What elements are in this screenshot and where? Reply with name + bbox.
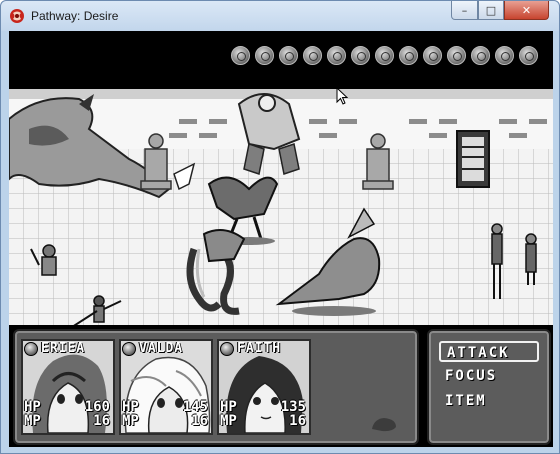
member-name: VALDA bbox=[139, 341, 184, 356]
bookshelf bbox=[456, 130, 490, 188]
close-button[interactable]: ✕ bbox=[504, 1, 549, 20]
party-card-valda[interactable]: VALDA HP 145 MP 16 bbox=[119, 339, 213, 435]
application-window: Pathway: Desire – □ ✕ ERIEA HP 160 MP 16… bbox=[0, 0, 560, 454]
minimize-button[interactable]: – bbox=[451, 1, 478, 20]
window-title: Pathway: Desire bbox=[31, 9, 119, 23]
turn-orb-icon bbox=[495, 46, 514, 65]
mp-row: MP 16 bbox=[122, 413, 208, 429]
mp-value: 16 bbox=[191, 413, 208, 429]
menu-attack-button[interactable]: ATTACK bbox=[439, 341, 539, 362]
game-viewport[interactable]: ERIEA HP 160 MP 16 VALDA HP 145 MP 16 FA… bbox=[9, 31, 553, 447]
member-orb-icon bbox=[122, 342, 136, 356]
party-card-faith[interactable]: FAITH HP 135 MP 16 bbox=[217, 339, 311, 435]
mp-value: 16 bbox=[289, 413, 306, 429]
party-status-panel: ERIEA HP 160 MP 16 VALDA HP 145 MP 16 FA… bbox=[13, 329, 419, 445]
command-menu-panel: ATTACK FOCUS ITEM bbox=[427, 329, 551, 445]
turn-orb-icon bbox=[231, 46, 250, 65]
menu-item-button[interactable]: ITEM bbox=[439, 391, 539, 412]
turn-orb-icon bbox=[327, 46, 346, 65]
member-orb-icon bbox=[220, 342, 234, 356]
mp-row: MP 16 bbox=[24, 413, 110, 429]
turn-orb-list bbox=[231, 46, 538, 65]
turn-orb-icon bbox=[399, 46, 418, 65]
battlefield[interactable] bbox=[9, 89, 553, 325]
member-orb-icon bbox=[24, 342, 38, 356]
turn-orb-icon bbox=[255, 46, 274, 65]
turn-orb-icon bbox=[303, 46, 322, 65]
mp-label: MP bbox=[24, 413, 41, 429]
member-name: FAITH bbox=[237, 341, 282, 356]
maximize-button[interactable]: □ bbox=[478, 1, 504, 20]
turn-orb-icon bbox=[519, 46, 538, 65]
turn-orb-icon bbox=[375, 46, 394, 65]
member-name: ERIEA bbox=[41, 341, 86, 356]
mp-label: MP bbox=[122, 413, 139, 429]
mp-label: MP bbox=[220, 413, 237, 429]
battle-scene bbox=[9, 89, 553, 325]
mouse-cursor-icon bbox=[336, 87, 348, 105]
title-bar[interactable]: Pathway: Desire – □ ✕ bbox=[1, 1, 559, 31]
turn-orb-icon bbox=[471, 46, 490, 65]
app-icon bbox=[10, 9, 24, 23]
party-card-eriea[interactable]: ERIEA HP 160 MP 16 bbox=[21, 339, 115, 435]
turn-orb-icon bbox=[447, 46, 466, 65]
turn-order-bar bbox=[9, 31, 553, 89]
rock-decoration-icon bbox=[372, 418, 396, 432]
turn-orb-icon bbox=[423, 46, 442, 65]
turn-orb-icon bbox=[351, 46, 370, 65]
turn-orb-icon bbox=[279, 46, 298, 65]
mp-row: MP 16 bbox=[220, 413, 306, 429]
mp-value: 16 bbox=[93, 413, 110, 429]
menu-focus-button[interactable]: FOCUS bbox=[439, 366, 539, 387]
